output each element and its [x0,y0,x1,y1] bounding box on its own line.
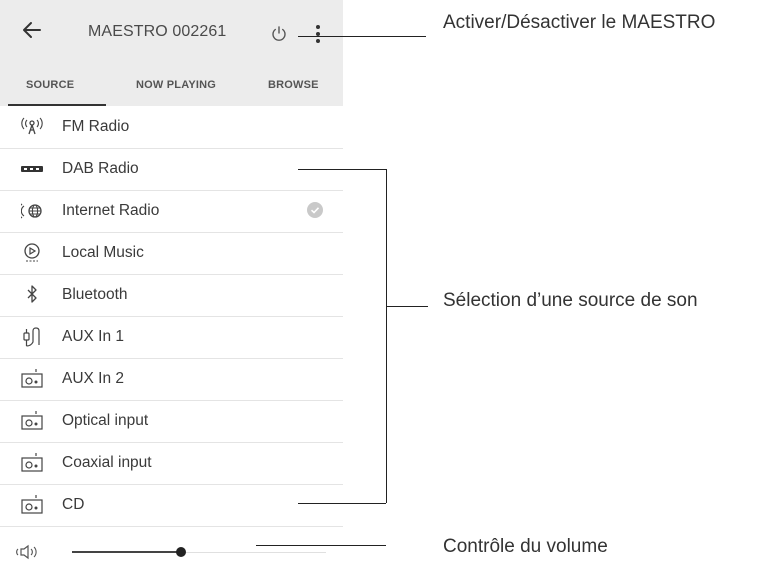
source-label: Coaxial input [62,454,152,471]
source-label: AUX In 2 [62,370,125,387]
volume-slider-thumb[interactable] [176,547,186,557]
leader-line-volume [256,545,386,546]
source-item-aux-in-1[interactable]: AUX In 1 [0,316,343,359]
dab-logo-icon [21,166,43,172]
local-music-icon [24,243,40,262]
aux-plug-icon [23,327,40,347]
device-icon [21,495,43,514]
source-label: Bluetooth [62,286,128,303]
tab-bar: SOURCE NOW PLAYING BROWSE [0,70,343,106]
source-item-fm-radio[interactable]: FM Radio [0,106,343,149]
arrow-left-icon[interactable] [20,18,44,42]
app-bar: MAESTRO 002261 [0,0,343,70]
leader-line-power [298,36,426,37]
device-title: MAESTRO 002261 [88,23,227,40]
fm-antenna-icon [21,117,43,135]
source-item-aux-in-2[interactable]: AUX In 2 [0,358,343,401]
power-icon[interactable] [270,25,288,43]
volume-fill [72,551,181,553]
source-item-internet-radio[interactable]: Internet Radio [0,190,343,233]
source-label: CD [62,496,85,513]
selected-check-icon [307,202,323,218]
source-label: Internet Radio [62,202,160,219]
bracket-bottom [298,503,386,504]
source-item-optical-input[interactable]: Optical input [0,400,343,443]
source-label: DAB Radio [62,160,139,177]
bluetooth-icon [27,285,37,303]
source-label: Local Music [62,244,144,261]
source-item-coaxial-input[interactable]: Coaxial input [0,442,343,485]
more-vert-icon[interactable] [314,22,322,46]
source-item-dab-radio[interactable]: DAB Radio [0,148,343,191]
volume-bar [0,533,343,569]
source-item-local-music[interactable]: Local Music [0,232,343,275]
tab-now-playing[interactable]: NOW PLAYING [136,79,216,91]
annotation-volume: Contrôle du volume [443,536,608,557]
annotation-source: Sélection d’une source de son [443,290,698,311]
bracket-vertical [386,169,387,503]
source-label: Optical input [62,412,149,429]
source-label: FM Radio [62,118,130,135]
app-screen: MAESTRO 002261 SOURCE NOW PLAYING BROWSE… [0,0,343,569]
device-icon [21,411,43,430]
bracket-top [298,169,386,170]
source-label: AUX In 1 [62,328,125,345]
device-icon [21,369,43,388]
tab-browse[interactable]: BROWSE [268,79,319,91]
annotation-power: Activer/Désactiver le MAESTRO [443,12,716,33]
tab-source[interactable]: SOURCE [26,79,74,91]
speaker-icon [16,544,37,560]
device-icon [21,453,43,472]
source-item-cd[interactable]: CD [0,484,343,527]
leader-line-source [386,306,428,307]
internet-radio-icon [21,203,42,219]
source-item-bluetooth[interactable]: Bluetooth [0,274,343,317]
